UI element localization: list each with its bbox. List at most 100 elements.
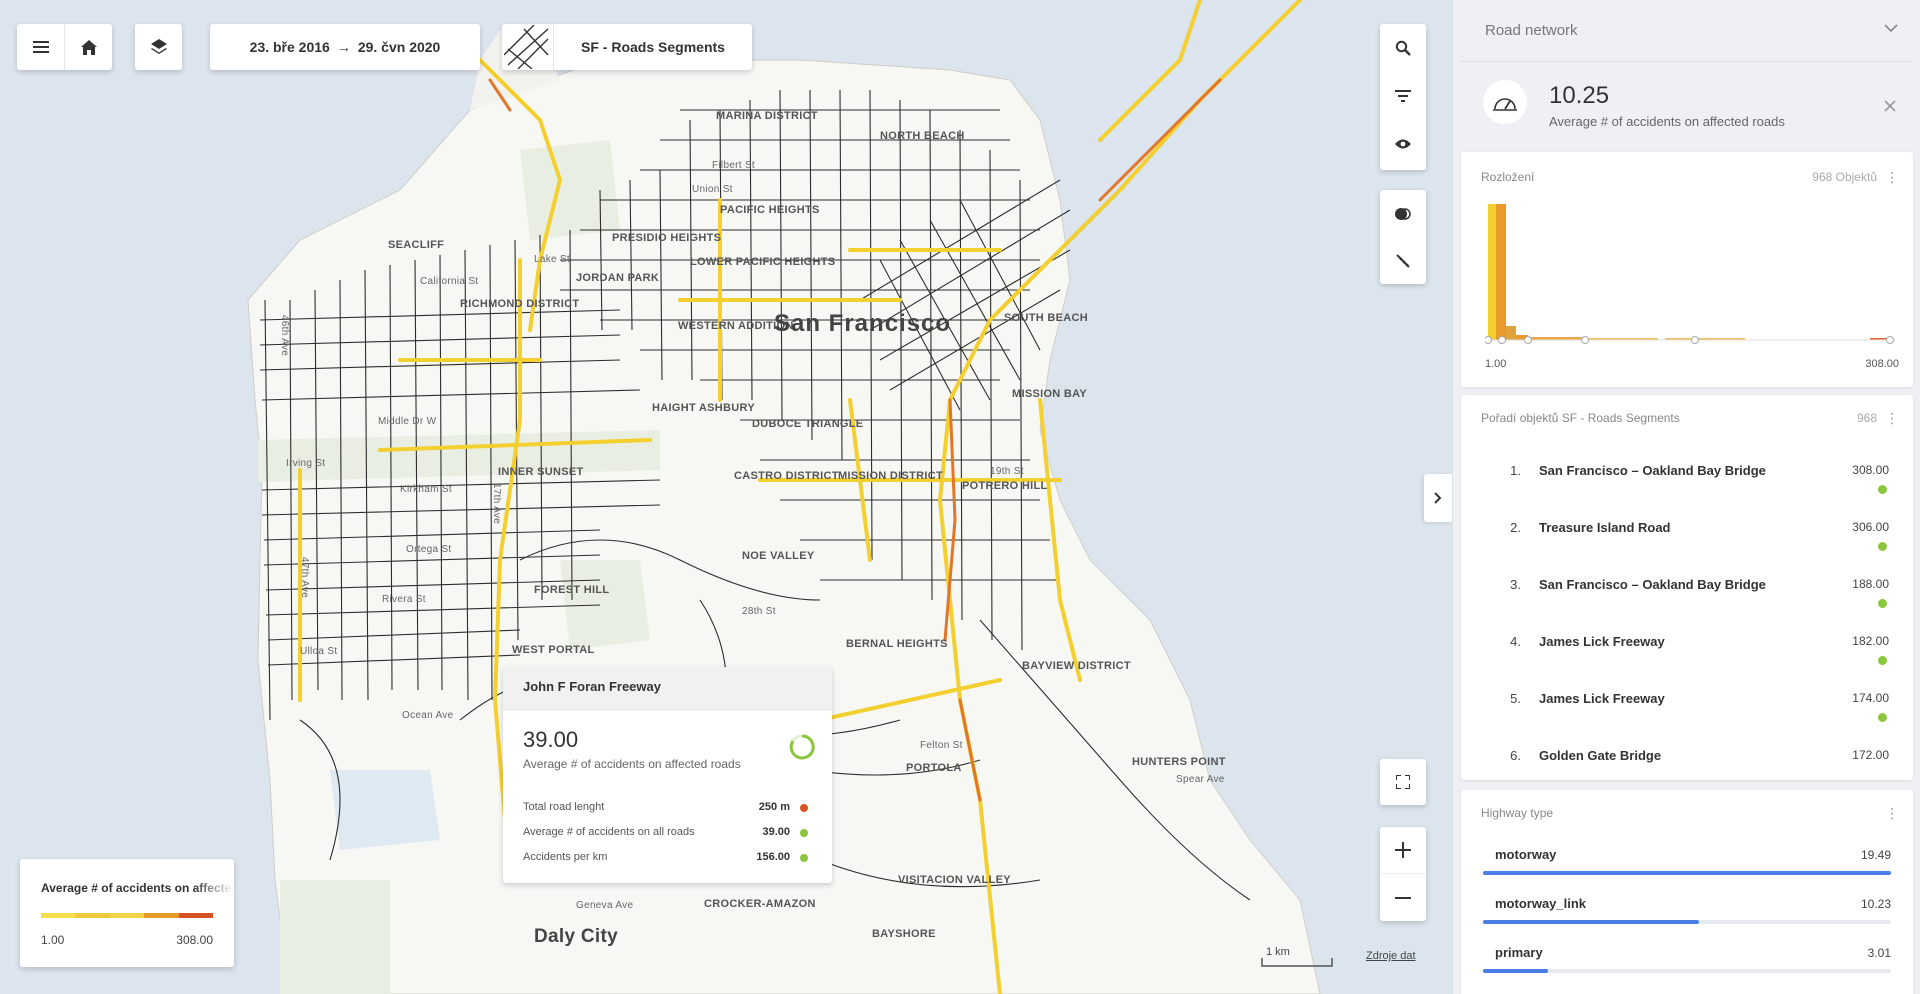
- search-icon: [1395, 40, 1411, 56]
- rank-number: 2.: [1510, 520, 1521, 535]
- panel-title: Road network: [1485, 22, 1578, 39]
- toggle-icon: [1395, 207, 1411, 220]
- map-label: INNER SUNSET: [498, 466, 584, 478]
- ranking-item[interactable]: 2. Treasure Island Road 306.00: [1461, 504, 1913, 561]
- ranking-item[interactable]: 1. San Francisco – Oakland Bay Bridge 30…: [1461, 447, 1913, 504]
- layers-button[interactable]: [135, 24, 182, 70]
- popup-row-perkm: Accidents per km 156.00: [523, 851, 812, 869]
- street-label: 46th Ave: [279, 314, 291, 357]
- rank-value: 308.00: [1852, 463, 1889, 477]
- filter-icon: [1395, 90, 1411, 102]
- map-label: CASTRO DISTRICT: [734, 470, 839, 482]
- map-label: PORTOLA: [906, 762, 962, 774]
- map-label: PRESIDIO HEIGHTS: [612, 232, 722, 244]
- menu-button[interactable]: [17, 24, 65, 70]
- more-options-icon[interactable]: ⋮: [1885, 170, 1899, 184]
- progress-ring-icon: [789, 734, 815, 760]
- rank-name: James Lick Freeway: [1539, 691, 1665, 706]
- menu-home-group: [17, 24, 112, 70]
- legend-color-swatch: [109, 913, 145, 918]
- fullscreen-icon: [1396, 775, 1410, 789]
- city-label: San Francisco: [774, 310, 952, 337]
- street-label: Spear Ave: [1176, 774, 1225, 785]
- ranking-count: 968: [1856, 411, 1877, 425]
- minus-icon: [1395, 896, 1411, 899]
- map-label: NORTH BEACH: [880, 130, 965, 142]
- popup-row-value: 250 m: [758, 801, 790, 813]
- status-dot-icon: [1878, 542, 1887, 551]
- rank-value: 306.00: [1852, 520, 1889, 534]
- ranking-item[interactable]: 5. James Lick Freeway 174.00: [1461, 675, 1913, 732]
- legend-color-swatch: [41, 913, 76, 918]
- rank-name: San Francisco – Oakland Bay Bridge: [1539, 577, 1766, 592]
- street-label: Ortega St: [406, 544, 452, 555]
- map-label: BERNAL HEIGHTS: [846, 638, 948, 650]
- highway-bar-track: [1483, 920, 1891, 924]
- highway-bar-track: [1483, 871, 1891, 875]
- map-label: FOREST HILL: [534, 584, 610, 596]
- legend-title-fade: [194, 873, 234, 903]
- compare-button[interactable]: [1380, 190, 1426, 237]
- ranking-item[interactable]: 6. Golden Gate Bridge 172.00: [1461, 732, 1913, 780]
- more-options-icon[interactable]: ⋮: [1885, 411, 1899, 425]
- zoom-out-button[interactable]: [1380, 874, 1426, 921]
- highway-value: 3.01: [1867, 946, 1891, 960]
- status-dot-icon: [1878, 599, 1887, 608]
- street-label: 17th Ave: [491, 482, 503, 525]
- highway-value: 19.49: [1860, 848, 1891, 862]
- rank-value: 182.00: [1852, 634, 1889, 648]
- street-label: Felton St: [920, 740, 963, 751]
- ranking-item[interactable]: 3. San Francisco – Oakland Bay Bridge 18…: [1461, 561, 1913, 618]
- highway-bar-fill: [1483, 920, 1700, 924]
- street-label: Ocean Ave: [402, 710, 454, 721]
- visibility-button[interactable]: [1380, 120, 1426, 168]
- eye-icon: [1395, 139, 1411, 149]
- home-button[interactable]: [65, 24, 112, 70]
- map-label: MISSION DISTRICT: [838, 470, 944, 482]
- map-label: SOUTH BEACH: [1004, 312, 1088, 324]
- popup-row-label: Total road lenght: [523, 801, 605, 813]
- layer-selector[interactable]: SF - Roads Segments: [502, 24, 752, 70]
- legend-color-swatch: [178, 913, 214, 918]
- zoom-in-button[interactable]: [1380, 827, 1426, 874]
- collapse-panel-button[interactable]: [1424, 474, 1452, 522]
- histogram-chart: [1485, 204, 1895, 344]
- street-label: Union St: [692, 184, 733, 195]
- filter-button[interactable]: [1380, 72, 1426, 120]
- street-label: Middle Dr W: [378, 416, 437, 427]
- date-range-picker[interactable]: 23. bře 2016 → 29. čvn 2020: [210, 24, 480, 70]
- highway-item[interactable]: motorway 19.49: [1461, 847, 1913, 895]
- ruler-icon: [1396, 253, 1410, 268]
- rank-value: 174.00: [1852, 691, 1889, 705]
- histogram-bar: [1506, 326, 1516, 340]
- map-label: MARINA DISTRICT: [716, 110, 818, 122]
- histogram-bar: [1488, 204, 1496, 340]
- close-icon[interactable]: [1884, 100, 1896, 112]
- measure-button[interactable]: [1380, 237, 1426, 284]
- map-label: SEACLIFF: [388, 239, 445, 251]
- street-label: Geneva Ave: [576, 900, 634, 911]
- more-options-icon[interactable]: ⋮: [1885, 806, 1899, 820]
- chevron-down-icon[interactable]: [1884, 24, 1898, 32]
- search-button[interactable]: [1380, 24, 1426, 72]
- map-label: DUBOCE TRIANGLE: [752, 418, 864, 430]
- chevron-right-icon: [1434, 492, 1442, 504]
- highway-item[interactable]: motorway_link 10.23: [1461, 896, 1913, 944]
- street-label: Ulloa St: [300, 646, 338, 657]
- kpi-value: 10.25: [1549, 82, 1610, 109]
- fullscreen-button[interactable]: [1380, 759, 1426, 805]
- rank-name: Treasure Island Road: [1539, 520, 1671, 535]
- zoom-controls: [1380, 827, 1426, 921]
- ranking-title: Pořadí objektů SF - Roads Segments: [1481, 411, 1680, 425]
- highway-item[interactable]: primary 3.01: [1461, 945, 1913, 993]
- map-label: JORDAN PARK: [576, 272, 660, 284]
- distribution-title: Rozložení: [1481, 170, 1535, 184]
- status-dot-icon: [1878, 713, 1887, 722]
- data-source-link[interactable]: Zdroje dat: [1366, 950, 1416, 962]
- status-dot-icon: [1878, 485, 1887, 494]
- street-label: Rivera St: [382, 594, 426, 605]
- status-dot-icon: [800, 804, 808, 812]
- street-label: 19th St: [990, 466, 1024, 477]
- map-tools-group: [1380, 24, 1426, 170]
- ranking-item[interactable]: 4. James Lick Freeway 182.00: [1461, 618, 1913, 675]
